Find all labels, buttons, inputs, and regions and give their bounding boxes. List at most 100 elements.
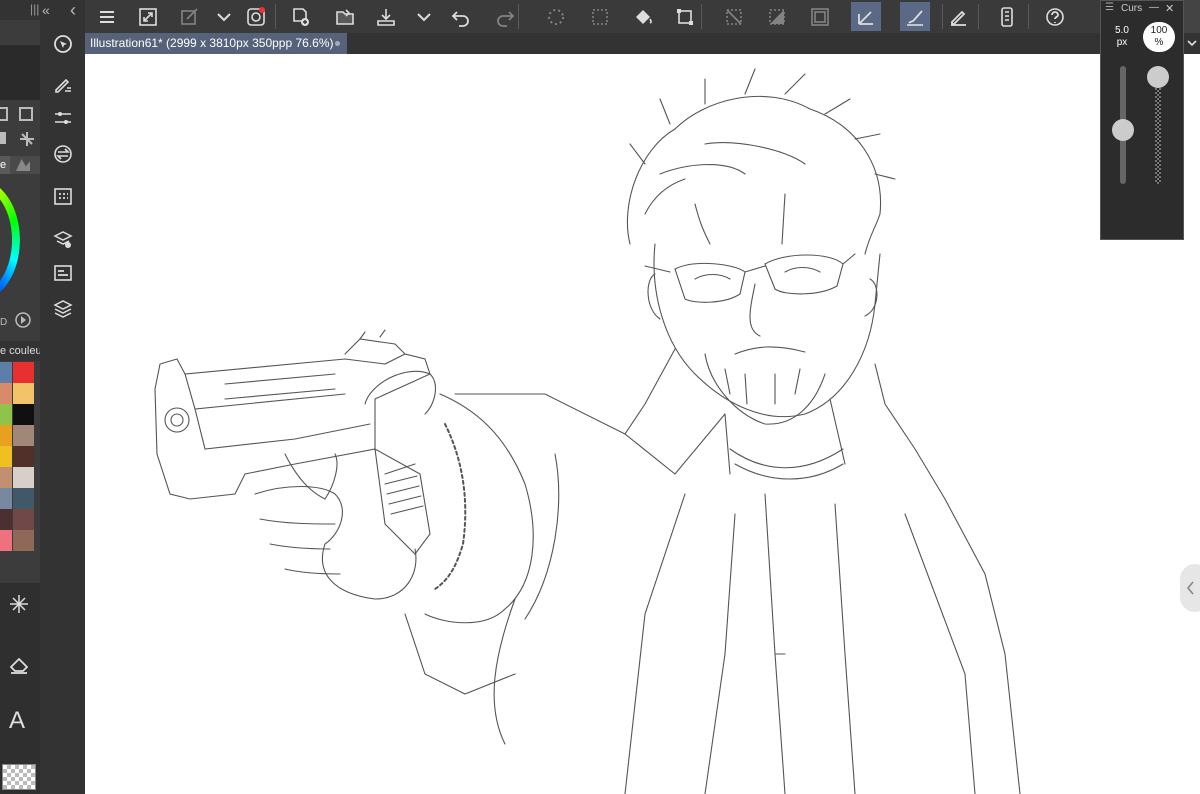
color-swatch[interactable] <box>0 467 12 488</box>
transform-icon <box>677 8 693 25</box>
redo-button[interactable] <box>490 2 520 31</box>
document-tab-title: Illustration61* (2999 x 3810px 350ppp 76… <box>90 36 334 50</box>
brush-size-unit: px <box>1116 37 1128 48</box>
left-panel: ||| e D e couleu A <box>0 0 40 794</box>
eraser-icon[interactable] <box>8 653 30 675</box>
left-panel-header: ||| <box>0 0 40 20</box>
copy-icon[interactable] <box>0 107 8 121</box>
help-button[interactable] <box>1040 2 1070 31</box>
color-swatch[interactable] <box>0 509 12 530</box>
unsaved-indicator-icon <box>335 41 340 46</box>
help-icon <box>1046 7 1064 26</box>
layer-property-icon[interactable] <box>49 225 77 253</box>
cursor-panel-title: Curs <box>1121 3 1143 14</box>
tool-property-icon[interactable] <box>49 70 77 98</box>
stabilizer-icon <box>858 10 873 25</box>
tab-color-sets-icon[interactable] <box>16 159 30 171</box>
fill-button[interactable] <box>628 2 658 31</box>
timeline-icon[interactable] <box>49 259 77 287</box>
cursor-panel: ☰ Curs — ✕ 5.0 px 100 % <box>1100 0 1184 240</box>
color-swatch[interactable] <box>0 404 12 425</box>
brush-size-slider-knob[interactable] <box>1112 118 1134 141</box>
tab-color-wheel[interactable]: e <box>0 156 10 174</box>
chevron-down-icon <box>217 12 231 21</box>
color-swatch[interactable] <box>0 362 12 383</box>
color-swatch[interactable] <box>0 488 12 509</box>
save-button[interactable] <box>371 2 401 31</box>
select-border-button[interactable] <box>805 2 835 31</box>
document-tab[interactable]: Illustration61* (2999 x 3810px 350ppp 76… <box>85 33 347 54</box>
invert-selection-button[interactable] <box>762 2 792 31</box>
menu-button[interactable] <box>92 2 122 31</box>
select-border-icon <box>811 7 829 26</box>
color-swatch[interactable] <box>13 488 34 509</box>
brush-size-slider[interactable] <box>1112 66 1134 184</box>
nav-prev-icon[interactable]: ‹ <box>70 0 76 21</box>
open-folder-button[interactable] <box>330 2 360 31</box>
color-swatch[interactable] <box>0 383 12 404</box>
quick-access-button[interactable] <box>175 2 205 31</box>
drawing-canvas[interactable] <box>85 54 1200 794</box>
new-file-button[interactable] <box>285 2 315 31</box>
color-swatch[interactable] <box>13 404 34 425</box>
color-mode-icon[interactable]: D <box>0 317 7 328</box>
menu-icon <box>100 10 114 23</box>
close-icon[interactable]: ✕ <box>1165 2 1174 15</box>
navigator-icon[interactable] <box>49 30 77 58</box>
new-file-icon <box>293 7 309 26</box>
transform-button[interactable] <box>670 2 700 31</box>
loading-icon <box>548 8 564 25</box>
select-button[interactable] <box>585 2 615 31</box>
color-adjust-icon[interactable] <box>49 104 77 132</box>
color-swatch[interactable] <box>13 530 34 551</box>
opacity-slider-knob[interactable] <box>1147 66 1169 88</box>
invert-selection-icon <box>769 8 785 25</box>
color-swatch[interactable] <box>13 425 34 446</box>
align-icon[interactable] <box>18 130 36 148</box>
color-swatch[interactable] <box>13 446 34 467</box>
material-icon[interactable] <box>49 182 77 210</box>
quick-access-icon <box>181 7 198 25</box>
minimize-icon[interactable]: — <box>1149 2 1159 13</box>
panel-menu-icon[interactable]: ☰ <box>1105 2 1114 13</box>
layers-icon[interactable] <box>49 294 77 322</box>
color-swatch[interactable] <box>13 509 34 530</box>
pen-pressure-button[interactable] <box>943 2 973 31</box>
color-swap-icon[interactable] <box>49 140 77 168</box>
pen-pressure-icon <box>951 10 966 26</box>
chevron-down-button[interactable] <box>209 2 239 31</box>
clip-studio-icon <box>247 6 265 26</box>
tablet-button[interactable] <box>992 2 1022 31</box>
color-swatch[interactable] <box>13 362 34 383</box>
expand-icon[interactable] <box>19 107 33 121</box>
undo-button[interactable] <box>446 2 476 31</box>
document-tab-bar: Illustration61* (2999 x 3810px 350ppp 76… <box>85 33 1100 54</box>
color-wheel[interactable] <box>0 180 20 300</box>
color-swatch[interactable] <box>0 425 12 446</box>
top-toolbar <box>85 0 1100 33</box>
color-swatch[interactable] <box>13 467 34 488</box>
stabilizer-button[interactable] <box>851 2 881 31</box>
tab-menu-button[interactable] <box>1184 33 1200 54</box>
save-icon <box>377 8 395 26</box>
color-swatch[interactable] <box>0 530 12 551</box>
clip-studio-button[interactable] <box>241 2 271 31</box>
sparkle-icon[interactable] <box>8 593 30 615</box>
tablet-icon <box>1001 6 1013 27</box>
brush-button[interactable] <box>900 2 930 31</box>
grip-icon[interactable]: ||| <box>30 2 39 16</box>
sketch-artwork <box>154 68 1021 794</box>
color-swatch[interactable] <box>0 446 12 467</box>
loading-button[interactable] <box>541 2 571 31</box>
transparent-color-swatch[interactable] <box>2 764 36 790</box>
opacity-slider[interactable] <box>1147 66 1169 184</box>
play-circle-icon[interactable] <box>14 311 32 329</box>
flip-icon[interactable] <box>0 132 6 144</box>
deselect-button[interactable] <box>719 2 749 31</box>
text-tool-icon[interactable]: A <box>9 707 25 735</box>
color-swatch[interactable] <box>13 383 34 404</box>
chevron-down-button[interactable] <box>409 2 439 31</box>
collapse-icon[interactable]: « <box>42 2 50 18</box>
side-panel-handle[interactable] <box>1180 564 1200 612</box>
fullscreen-button[interactable] <box>133 2 163 31</box>
